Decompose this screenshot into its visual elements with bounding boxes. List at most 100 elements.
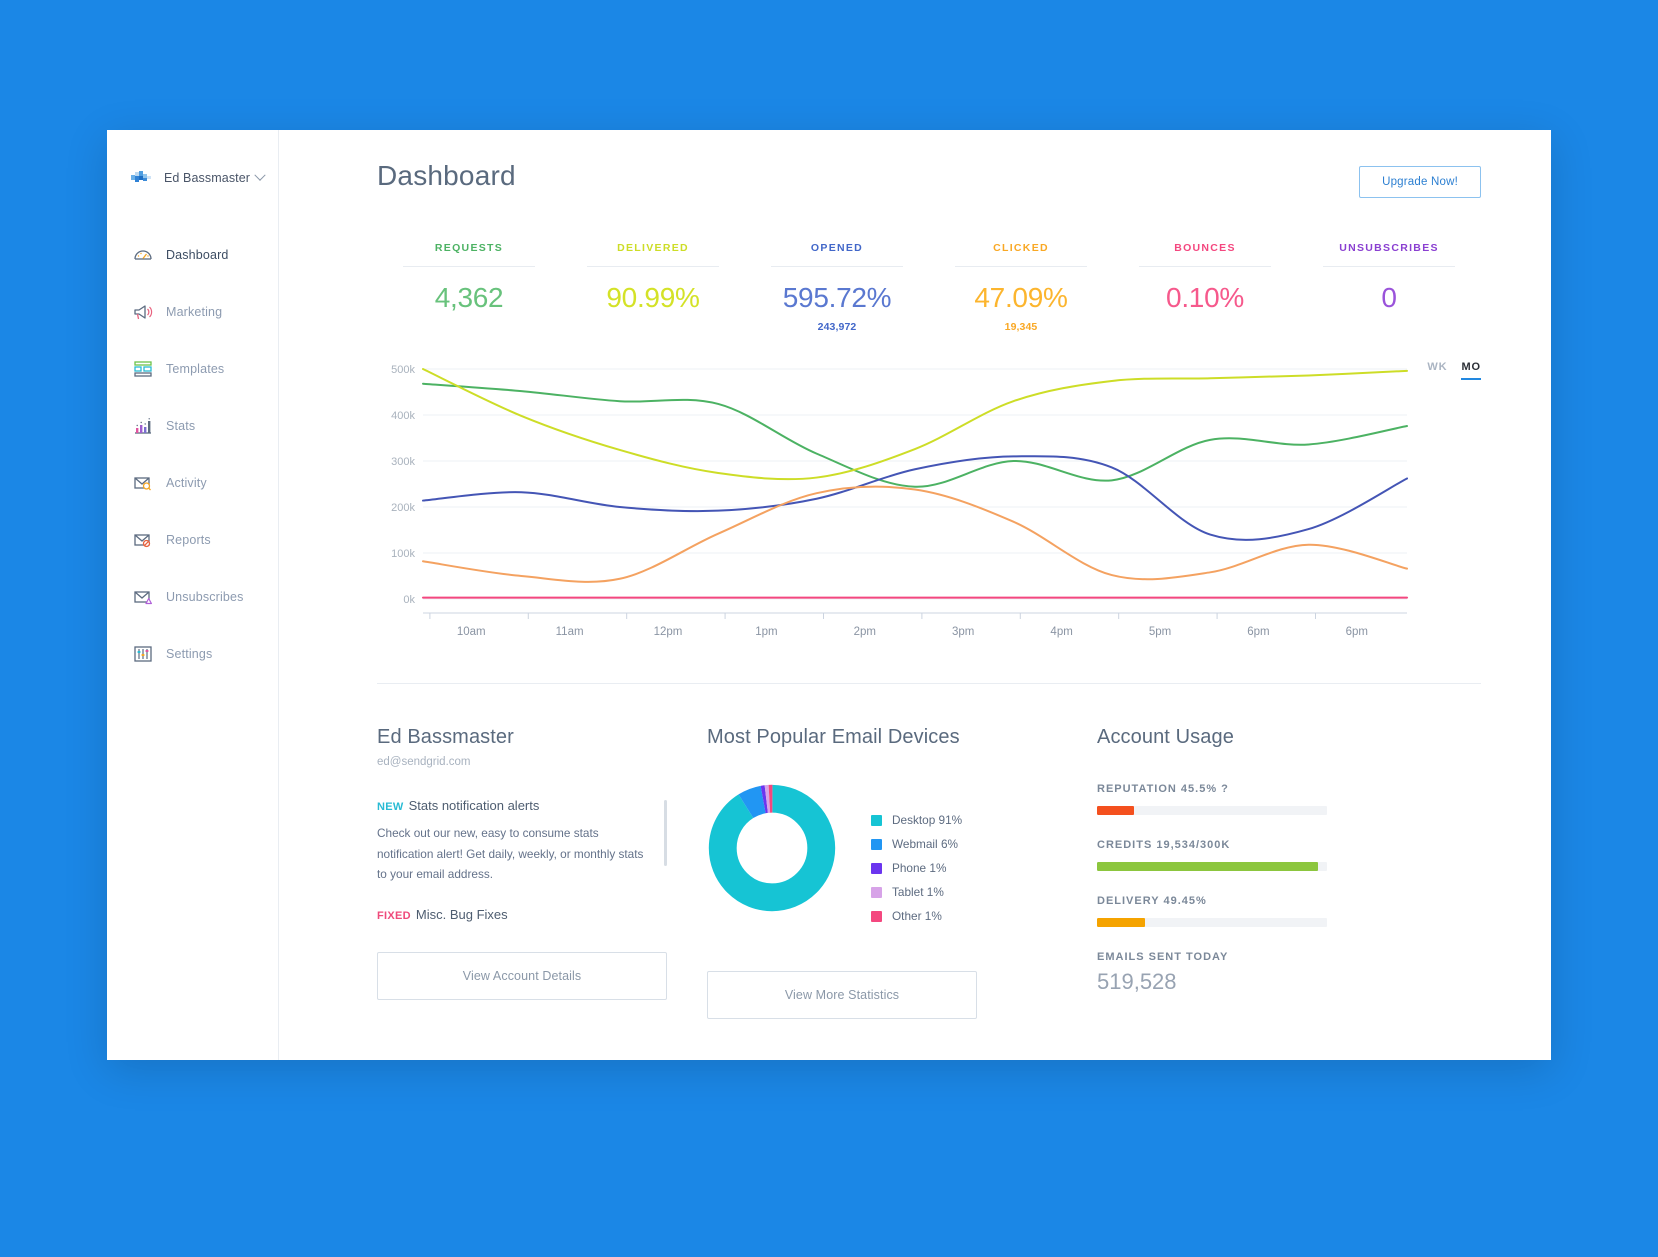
envelope-block-icon — [132, 529, 154, 551]
megaphone-icon — [132, 301, 154, 323]
profile-switcher[interactable]: Ed Bassmaster — [107, 160, 278, 196]
sliders-icon — [132, 643, 154, 665]
view-account-details-button[interactable]: View Account Details — [377, 951, 667, 1000]
usage-credits: CREDITS 19,534/300K — [1097, 839, 1441, 871]
bottom-panels: Ed Bassmaster ed@sendgrid.com NEW Stats n… — [377, 726, 1481, 1019]
news-headline: Misc. Bug Fixes — [415, 906, 508, 922]
progress-fill — [1097, 806, 1134, 815]
range-option-mo[interactable]: MO — [1461, 361, 1481, 380]
kpi-label: BOUNCES — [1174, 242, 1236, 254]
legend-swatch — [871, 814, 882, 826]
usage-label: CREDITS 19,534/300K — [1097, 839, 1231, 851]
svg-text:4pm: 4pm — [1050, 626, 1072, 638]
usage-panel-title: Account Usage — [1097, 726, 1234, 748]
sidebar-item-label: Unsubscribes — [166, 590, 244, 604]
topbar: Dashboard Upgrade Now! — [377, 130, 1481, 198]
svg-text:12pm: 12pm — [654, 626, 683, 638]
svg-text:0k: 0k — [403, 594, 415, 606]
legend-swatch — [871, 838, 882, 850]
bar-chart-icon — [132, 415, 154, 437]
sidebar-item-label: Marketing — [166, 305, 223, 319]
sidebar-item-label: Templates — [166, 362, 225, 376]
kpi-unsubscribes: UNSUBSCRIBES 0 — [1297, 242, 1481, 333]
sidebar-item-marketing[interactable]: Marketing — [107, 297, 278, 327]
legend-item: Webmail 6% — [871, 837, 962, 851]
usage-delivery: DELIVERY 49.45% — [1097, 895, 1441, 927]
kpi-value: 90.99% — [606, 282, 700, 313]
sidebar-item-dashboard[interactable]: Dashboard — [107, 240, 278, 270]
svg-text:1pm: 1pm — [755, 626, 777, 638]
svg-text:500k: 500k — [391, 364, 415, 376]
chart-series-opened — [422, 455, 1408, 541]
line-chart-block: WK MO 500k 400k 300k 200k 100k 0k 10am 11am 12pm… — [377, 361, 1481, 651]
profile-name: Ed Bassmaster — [164, 171, 251, 185]
sidebar-item-label: Stats — [166, 419, 196, 433]
svg-text:10am: 10am — [457, 626, 486, 638]
sidebar: Ed Bassmaster Dashboard Marketing Templa… — [107, 130, 279, 1060]
kpi-value: 4,362 — [434, 282, 504, 313]
svg-text:5pm: 5pm — [1149, 626, 1171, 638]
emails-sent-value: 519,528 — [1097, 969, 1177, 994]
sidebar-item-activity[interactable]: Activity — [107, 468, 278, 498]
legend-label: Other 1% — [892, 909, 942, 923]
usage-reputation: REPUTATION 45.5% ? — [1097, 783, 1441, 815]
news-item: FIXED Misc. Bug Fixes — [377, 907, 649, 922]
sidebar-item-reports[interactable]: Reports — [107, 525, 278, 555]
legend-label: Phone 1% — [892, 861, 947, 875]
news-item: NEW Stats notification alerts — [377, 798, 649, 813]
badge-fixed: FIXED — [377, 909, 411, 922]
kpi-label: CLICKED — [993, 242, 1049, 254]
account-email: ed@sendgrid.com — [377, 756, 471, 768]
news-scrollbar[interactable] — [664, 800, 667, 866]
emails-sent-today: EMAILS SENT TODAY 519,528 — [1097, 951, 1441, 995]
legend-swatch — [871, 862, 882, 874]
main-content: Dashboard Upgrade Now! REQUESTS 4,362 DE… — [279, 130, 1551, 1060]
kpi-value: 595.72% — [782, 282, 892, 313]
legend-item: Tablet 1% — [871, 885, 962, 899]
progress-track — [1097, 862, 1327, 871]
kpi-label: OPENED — [810, 242, 864, 254]
sidebar-item-settings[interactable]: Settings — [107, 639, 278, 669]
sidebar-item-label: Reports — [166, 533, 211, 547]
email-devices-donut-chart — [708, 784, 836, 912]
donut-legend: Desktop 91% Webmail 6% Phone 1% Tablet 1… — [871, 813, 962, 933]
news-feed: NEW Stats notification alerts Check out o… — [377, 798, 667, 922]
view-more-statistics-button[interactable]: View More Statistics — [707, 971, 977, 1019]
sidebar-item-templates[interactable]: Templates — [107, 354, 278, 384]
sidebar-item-label: Settings — [166, 647, 213, 661]
chart-series-delivered — [422, 368, 1408, 481]
gauge-icon — [132, 244, 154, 266]
svg-text:400k: 400k — [391, 410, 415, 422]
donut-chart-area: Desktop 91% Webmail 6% Phone 1% Tablet 1… — [707, 783, 1057, 933]
range-toggle: WK MO — [1427, 361, 1481, 380]
chart-series-clicked — [422, 485, 1408, 583]
legend-label: Webmail 6% — [892, 837, 959, 851]
templates-icon — [132, 358, 154, 380]
legend-swatch — [871, 886, 882, 898]
page-title: Dashboard — [377, 160, 516, 191]
kpi-requests: REQUESTS 4,362 — [377, 242, 561, 333]
kpi-opened: OPENED 595.72% 243,972 — [745, 242, 929, 333]
sidebar-item-label: Dashboard — [166, 248, 229, 262]
kpi-divider — [771, 266, 903, 267]
legend-item: Phone 1% — [871, 861, 962, 875]
legend-label: Desktop 91% — [892, 813, 963, 827]
svg-text:11am: 11am — [556, 626, 584, 638]
svg-text:200k: 200k — [391, 502, 415, 514]
kpi-subvalue: 19,345 — [1004, 321, 1038, 333]
kpi-value: 47.09% — [974, 282, 1068, 313]
sidebar-item-unsubscribes[interactable]: Unsubscribes — [107, 582, 278, 612]
requests-timeseries-chart: 500k 400k 300k 200k 100k 0k 10am 11am 12pm 1pm 2pm… — [391, 364, 1408, 638]
kpi-value: 0.10% — [1166, 282, 1244, 313]
sidebar-item-stats[interactable]: Stats — [107, 411, 278, 441]
upgrade-now-button[interactable]: Upgrade Now! — [1359, 166, 1481, 198]
range-option-wk[interactable]: WK — [1427, 361, 1447, 380]
svg-text:2pm: 2pm — [854, 626, 876, 638]
kpi-value: 0 — [1381, 282, 1397, 313]
section-divider — [377, 683, 1481, 684]
kpi-divider — [955, 266, 1087, 267]
legend-label: Tablet 1% — [892, 885, 944, 899]
progress-fill — [1097, 862, 1318, 871]
svg-text:6pm: 6pm — [1247, 626, 1269, 638]
kpi-divider — [1139, 266, 1271, 267]
